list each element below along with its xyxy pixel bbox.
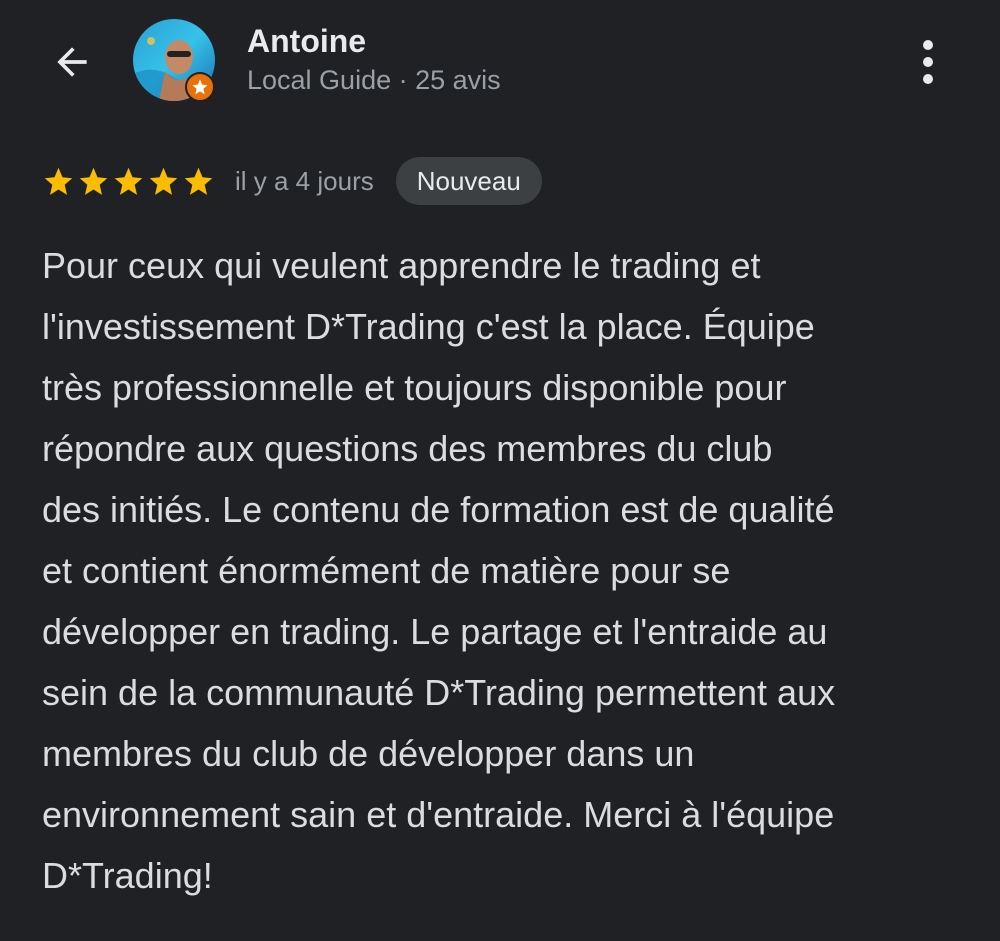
review-text-line: très professionnelle et toujours disponi…	[42, 367, 787, 408]
more-options-button[interactable]	[908, 36, 948, 88]
arrow-left-icon	[57, 47, 87, 77]
star-icon	[114, 167, 143, 195]
review-text-line: développer en trading. Le partage et l'e…	[42, 611, 828, 652]
author-name[interactable]: Antoine	[247, 22, 366, 60]
review-text-line: Pour ceux qui veulent apprendre le tradi…	[42, 245, 761, 286]
review-text-line: environnement sain et d'entraide. Merci …	[42, 794, 835, 835]
more-vertical-icon-dot	[923, 57, 933, 67]
review-text-line: membres du club de développer dans un	[42, 733, 695, 774]
back-button[interactable]	[44, 36, 100, 88]
review-text-line: répondre aux questions des membres du cl…	[42, 428, 773, 469]
review-text-line: sein de la communauté D*Trading permette…	[42, 672, 836, 713]
review-text-line: l'investissement D*Trading c'est la plac…	[42, 306, 815, 347]
author-meta: Local Guide · 25 avis	[247, 65, 501, 95]
star-icon	[44, 167, 73, 195]
review-date: il y a 4 jours	[235, 165, 374, 196]
avatar[interactable]	[133, 19, 215, 102]
review-text-line: et contient énormément de matière pour s…	[42, 550, 731, 591]
review-text-line: des initiés. Le contenu de formation est…	[42, 489, 835, 530]
review-text-line: D*Trading!	[42, 855, 213, 896]
star-icon	[79, 167, 108, 195]
rating-row: il y a 4 jours Nouveau	[42, 157, 542, 205]
star-rating	[42, 165, 215, 198]
local-guide-badge	[185, 72, 215, 102]
review-text: Pour ceux qui veulent apprendre le tradi…	[42, 235, 972, 906]
more-vertical-icon-dot	[923, 74, 933, 84]
local-guide-star-icon	[192, 79, 208, 95]
new-badge: Nouveau	[395, 157, 542, 205]
star-icon	[149, 167, 178, 195]
star-icon	[184, 167, 213, 195]
more-vertical-icon	[923, 40, 933, 50]
